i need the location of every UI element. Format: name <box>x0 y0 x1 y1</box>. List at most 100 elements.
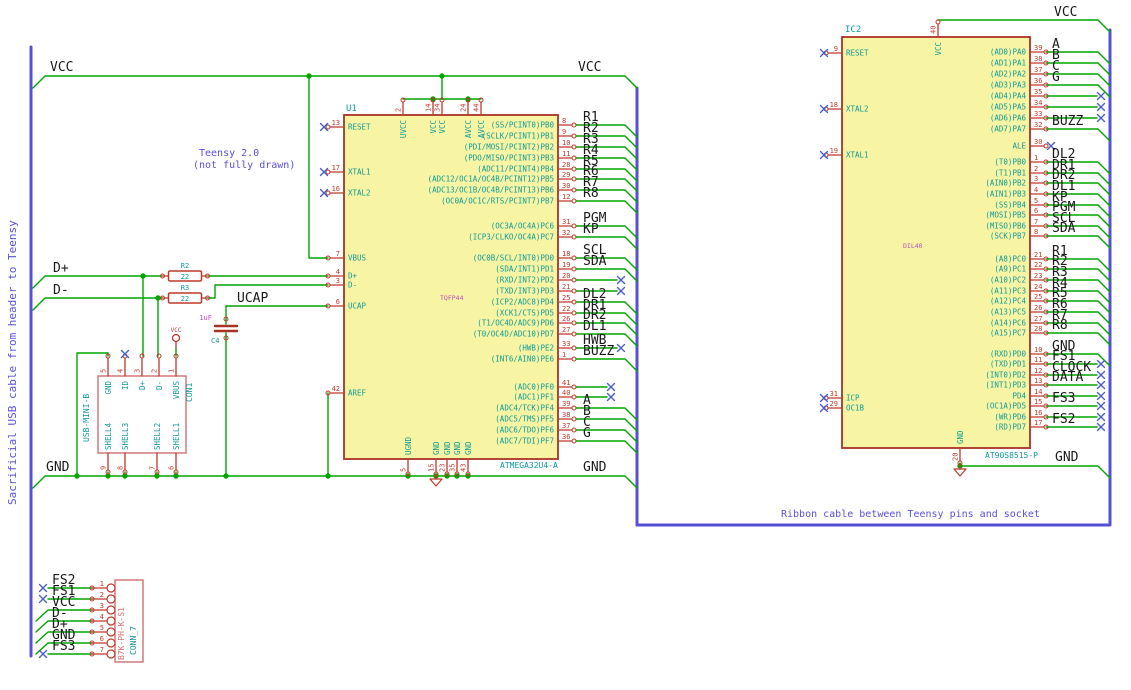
u1-pin-name: VBUS <box>348 254 367 263</box>
note-text: (not fully drawn) <box>193 160 295 171</box>
net-label-vcc[interactable]: VCC <box>50 60 73 75</box>
u1-pin-name: (OC0A/OC1C/RTS/PCINT7)PB7 <box>441 197 554 206</box>
u1-pin-name: UGND <box>404 436 413 455</box>
net-label-data[interactable]: DATA <box>1052 370 1083 385</box>
net-label-gnd[interactable]: GND <box>46 460 70 475</box>
u1-pin-name: GND <box>464 441 473 455</box>
net-label-r8[interactable]: R8 <box>1052 318 1068 333</box>
u1-pin-number: 39 <box>562 400 570 408</box>
net-label-vcc[interactable]: VCC <box>578 60 601 75</box>
ic2-footprint: DIL40 <box>903 242 923 250</box>
u1-pin-name: (RXD/INT2)PD2 <box>495 276 554 285</box>
ic2-pin-number: 40 <box>930 26 938 34</box>
net-label-d+[interactable]: D+ <box>53 261 69 276</box>
ic2-pin-number: 1 <box>1034 154 1038 162</box>
ic2-pin-number: 3 <box>1034 175 1038 183</box>
note-text: Ribbon cable between Teensy pins and soc… <box>781 509 1040 520</box>
net-label-gnd[interactable]: GND <box>583 460 607 475</box>
conn7-footprint: B7K-PH-K-S1 <box>117 607 126 660</box>
u1-pin-name: (ADC12/OC1A/OC4B/PCINT12)PB5 <box>428 175 554 184</box>
ic2-pin-name: (AIN0)PB2 <box>985 179 1026 188</box>
ic2-pin-name: (AD0)PA0 <box>990 48 1027 57</box>
u1-pin-number: 27 <box>562 326 570 334</box>
u1-pin-name: RESET <box>348 123 371 132</box>
ic2-pin-name: RESET <box>846 49 869 58</box>
ic2-pin-name: (RD)PD7 <box>994 423 1026 432</box>
con1-pin-number: 1 <box>168 369 176 373</box>
u1-pin-number: 29 <box>562 171 570 179</box>
u1-pin-name: (ADC7/TDI)PF7 <box>495 437 554 446</box>
r3-reference: R3 <box>181 284 189 292</box>
net-label-kp[interactable]: KP <box>583 222 599 237</box>
con1-reference: CON1 <box>185 383 194 402</box>
u1-pin-number: 21 <box>562 283 570 291</box>
conn7-pin-circle <box>106 638 116 648</box>
ic2-pin-number: 22 <box>1034 261 1042 269</box>
ic2-pin-number: 26 <box>1034 304 1042 312</box>
junction-dot <box>306 73 312 79</box>
u1-pin-number: 18 <box>562 250 570 258</box>
u1-pin-name: GND <box>432 441 441 455</box>
ic2-pin-name: (AD3)PA3 <box>990 81 1026 90</box>
u1-pin-number: 6 <box>336 298 340 306</box>
net-label-gnd[interactable]: GND <box>1055 450 1079 465</box>
ic2-pin-number: 12 <box>1034 367 1042 375</box>
u1-pin-name: (T1/OC4D/ADC9)PD6 <box>477 319 554 328</box>
conn7-pin-circle <box>106 605 116 615</box>
ic2-pin-name: (T0)PB0 <box>994 158 1026 167</box>
u1-pin-name: (T0/OC4D/ADC10)PD7 <box>473 330 554 339</box>
con1-pin-name: SHELL3 <box>121 423 130 450</box>
ic2-pin-number: 5 <box>1034 197 1038 205</box>
ic2-pin-number: 9 <box>834 45 838 53</box>
ic2-pin-number: 31 <box>830 390 838 398</box>
u1-pin-name: GND <box>443 441 452 455</box>
u1-pin-number: 25 <box>562 294 570 302</box>
u1-pin-name: (ICP3/CLKO/OC4A)PC7 <box>468 233 554 242</box>
con1-pin-name: SHELL4 <box>104 422 113 450</box>
junction-dot <box>325 473 331 479</box>
u1-pin-number: 8 <box>562 117 566 125</box>
u1-pin-name: D+ <box>348 272 358 281</box>
u1-pin-number: 19 <box>562 261 570 269</box>
net-label-r8[interactable]: R8 <box>583 186 599 201</box>
u1-pin-name: (ADC4/TCK)PF4 <box>495 404 554 413</box>
net-label-sda[interactable]: SDA <box>583 254 607 269</box>
wire <box>575 358 638 372</box>
con1-pin-number: 3 <box>134 369 142 373</box>
ic2-pin-number: 4 <box>1034 186 1038 194</box>
ic2-pin-name: (AIN1)PB3 <box>985 190 1026 199</box>
net-label-sda[interactable]: SDA <box>1052 221 1076 236</box>
conn7-pin-number: 7 <box>100 646 104 654</box>
net-label-fs3[interactable]: FS3 <box>52 639 75 654</box>
con1-pin-number: 6 <box>168 466 176 470</box>
ic2-pin-name: (A9)PC1 <box>994 265 1026 274</box>
net-label-buzz[interactable]: BUZZ <box>583 344 614 359</box>
ic2-pin-number: 14 <box>1034 388 1042 396</box>
ic2-pin-number: 35 <box>1034 88 1042 96</box>
u1-pin-number: 35 <box>449 464 457 472</box>
net-label-g[interactable]: G <box>583 426 591 441</box>
conn7-pin-circle <box>106 616 116 626</box>
ic2-pin-number: 39 <box>1034 44 1042 52</box>
con1-value: USB-MINI-B <box>82 394 91 442</box>
r2-reference: R2 <box>181 262 189 270</box>
conn7-pin-number: 4 <box>100 613 104 621</box>
schematic-canvas[interactable]: U1ATMEGA32U4-ATQFP4413 RESET17 XTAL116 XTAL… <box>0 0 1131 690</box>
u1-pin-number: 20 <box>562 272 570 280</box>
ic2-pin-number: 16 <box>1034 409 1042 417</box>
net-label-g[interactable]: G <box>1052 70 1060 85</box>
u1-pin-number: 26 <box>562 315 570 323</box>
net-label-vcc[interactable]: VCC <box>1054 5 1077 20</box>
c4-value: 1uF <box>199 314 212 322</box>
net-label-ucap[interactable]: UCAP <box>237 291 268 306</box>
net-label-buzz[interactable]: BUZZ <box>1052 114 1083 129</box>
ic2-pin-number: 19 <box>830 147 838 155</box>
net-label-dl1[interactable]: DL1 <box>583 319 606 334</box>
net-label-d-[interactable]: D- <box>53 283 69 298</box>
net-label-fs2[interactable]: FS2 <box>1052 412 1075 427</box>
ic2-pin-number: 37 <box>1034 66 1042 74</box>
net-label-fs3[interactable]: FS3 <box>1052 391 1075 406</box>
ic2-pin-name: (MISO)PB6 <box>985 222 1026 231</box>
ic2-pin-name: ICP <box>846 394 860 403</box>
wire <box>575 268 638 282</box>
